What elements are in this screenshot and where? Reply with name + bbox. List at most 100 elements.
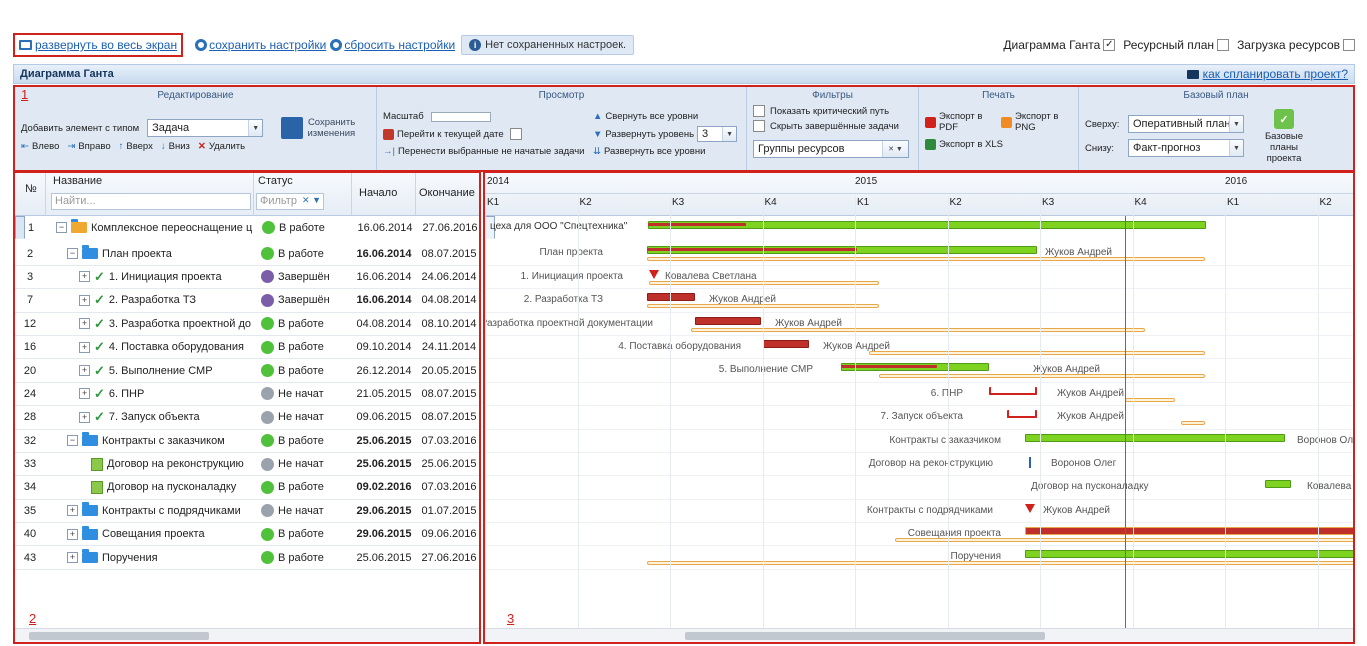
row-number: 24: [23, 387, 37, 400]
gantt-bar[interactable]: [1025, 527, 1353, 536]
table-row[interactable]: 32 − Контракты с заказчиком В работе 25.06.2…: [15, 430, 479, 453]
col-num-header[interactable]: №: [25, 183, 37, 195]
collapse-toggle-icon[interactable]: −: [67, 435, 78, 447]
delete-button[interactable]: ✕ Удалить: [198, 141, 245, 152]
gantt-bar[interactable]: [763, 339, 809, 348]
task-end: 07.03.2016: [421, 434, 477, 447]
collapse-toggle-icon[interactable]: −: [56, 222, 67, 234]
table-row[interactable]: 40 + Совещания проекта В работе 29.06.2015 09…: [15, 523, 479, 547]
level-select[interactable]: 3 ▼: [697, 126, 738, 142]
gantt-bar[interactable]: [1265, 480, 1291, 489]
resource-plan-checkbox[interactable]: [1217, 39, 1230, 51]
status-filter-input[interactable]: Фильтр ✕ ▼: [256, 193, 324, 210]
table-row[interactable]: 1 − Комплексное переоснащение цеха В работе…: [15, 216, 478, 240]
move-left-button[interactable]: ⇤ Влево: [21, 141, 59, 152]
milestone-marker[interactable]: [1029, 456, 1031, 468]
document-icon: [91, 480, 103, 494]
table-row[interactable]: 16 + ✓ 4. Поставка оборудования В работе 09.1…: [15, 336, 479, 360]
baseline-plans-button[interactable]: ✓ Базовые планы проекта: [1254, 109, 1314, 164]
col-name-header[interactable]: Название: [53, 175, 102, 187]
milestone-marker[interactable]: [649, 269, 659, 279]
table-row[interactable]: 43 + Поручения В работе 25.06.2015 27.06.2016: [15, 546, 479, 570]
col-start-header[interactable]: Начало: [359, 187, 397, 199]
hide-done-checkbox[interactable]: [753, 120, 765, 132]
move-tasks-button[interactable]: →| Перенести выбранные не начатые задачи: [383, 146, 584, 157]
export-png-button[interactable]: Экспорт в PNG: [1001, 111, 1069, 133]
reset-settings-link[interactable]: сбросить настройки: [330, 38, 455, 52]
milestone-marker[interactable]: [1025, 503, 1035, 513]
expand-all-button[interactable]: ⇊ Развернуть все уровни: [593, 146, 737, 157]
goto-today-button[interactable]: Перейти к текущей дате: [383, 128, 583, 140]
howto-link[interactable]: как спланировать проект?: [1186, 67, 1348, 81]
baseline-top-select[interactable]: Оперативный план ▼: [1128, 115, 1244, 133]
expand-toggle-icon[interactable]: +: [67, 528, 78, 540]
clear-filter-icon[interactable]: ✕ ▼: [302, 195, 321, 206]
critical-path-checkbox[interactable]: [753, 105, 765, 117]
gear-icon: [330, 39, 343, 51]
critical-path-option[interactable]: Показать критический путь: [753, 105, 912, 117]
expand-toggle-icon[interactable]: +: [79, 271, 90, 283]
move-up-button[interactable]: ↑ Вверх: [119, 141, 153, 152]
gantt-bar[interactable]: [1025, 550, 1353, 559]
task-status: Не начат: [278, 458, 324, 471]
expand-toggle-icon[interactable]: +: [67, 552, 78, 564]
expand-toggle-icon[interactable]: +: [79, 318, 90, 330]
element-type-select[interactable]: Задача ▼: [147, 119, 264, 137]
expand-toggle-icon[interactable]: +: [79, 365, 90, 377]
gantt-bar[interactable]: [989, 386, 1037, 395]
table-row[interactable]: 20 + ✓ 5. Выполнение СМР В работе 26.12.2014 2…: [15, 359, 479, 383]
gantt-bar[interactable]: [647, 293, 695, 302]
row-number: 28: [23, 411, 37, 424]
table-row[interactable]: 12 + ✓ 3. Разработка проектной док В работе 0…: [15, 313, 479, 336]
collapse-toggle-icon[interactable]: −: [67, 248, 78, 260]
move-right-button[interactable]: ⇥ Вправо: [67, 141, 110, 152]
task-start: 25.06.2015: [356, 551, 412, 564]
gantt-row: 2. Разработка ТЗ Жуков Андрей: [485, 289, 1353, 313]
table-row[interactable]: 2 − План проекта В работе 16.06.2014 08.07.20…: [15, 242, 479, 266]
scroll-thumb[interactable]: [685, 632, 1045, 640]
name-filter-input[interactable]: Найти...: [51, 193, 251, 210]
progress-bar: [648, 223, 746, 226]
baseline-bar: [647, 561, 1353, 566]
table-row[interactable]: 24 + ✓ 6. ПНР Не начат 21.05.2015 08.07.2015: [15, 383, 479, 407]
gantt-bar[interactable]: [695, 316, 761, 325]
table-row[interactable]: 34 Договор на пусконаладку В работе 09.02.2…: [15, 476, 479, 500]
table-row[interactable]: 33 Договор на реконструкцию Не начат 25.06.…: [15, 453, 479, 477]
scroll-thumb[interactable]: [29, 632, 209, 640]
fullscreen-link[interactable]: развернуть во весь экран: [13, 33, 184, 57]
gantt-bar[interactable]: [1025, 433, 1285, 442]
gantt-bar[interactable]: [1007, 410, 1037, 419]
export-pdf-button[interactable]: Экспорт в PDF: [925, 111, 993, 133]
baseline-bottom-select[interactable]: Факт-прогноз ▼: [1128, 139, 1244, 157]
expand-toggle-icon[interactable]: +: [79, 294, 90, 306]
resource-load-checkbox[interactable]: [1343, 39, 1355, 51]
save-settings-link[interactable]: сохранить настройки: [195, 38, 326, 52]
quarter-gridline: [1317, 195, 1319, 628]
save-changes-button[interactable]: Сохранить изменения: [281, 117, 355, 139]
expand-toggle-icon[interactable]: +: [79, 411, 90, 423]
scale-slider[interactable]: [430, 111, 491, 122]
table-row[interactable]: 7 + ✓ 2. Разработка ТЗ Завершён 16.06.2014 04.…: [15, 289, 479, 313]
task-status: Не начат: [278, 387, 324, 400]
hide-done-option[interactable]: Скрыть завершённые задачи: [753, 120, 912, 132]
move-down-button[interactable]: ↓ Вниз: [161, 141, 190, 152]
expand-toggle-icon[interactable]: +: [67, 505, 78, 517]
gantt-view-checkbox[interactable]: ✓: [1103, 39, 1116, 51]
expand-level-button[interactable]: ▼ Развернуть уровень 3 ▼: [593, 126, 738, 142]
col-status-header[interactable]: Статус: [258, 175, 293, 187]
expand-toggle-icon[interactable]: +: [79, 341, 90, 353]
export-xls-button[interactable]: Экспорт в XLS: [925, 139, 1005, 150]
table-row[interactable]: 28 + ✓ 7. Запуск объекта Не начат 09.06.2015 0…: [15, 406, 479, 430]
gantt-row: цеха для ООО "Спецтехника": [485, 216, 1206, 240]
collapse-all-button[interactable]: ▲ Свернуть все уровни: [593, 111, 737, 122]
quarter-gridline: [1132, 195, 1134, 628]
move-arrow-icon: →|: [383, 146, 395, 157]
goto-today-checkbox[interactable]: [509, 128, 522, 140]
table-row[interactable]: 35 + Контракты с подрядчиками Не начат 29.06…: [15, 500, 479, 524]
table-row[interactable]: 3 + ✓ 1. Инициация проекта Завершён 16.06.201…: [15, 266, 479, 290]
gantt-scrollbar[interactable]: [485, 628, 1353, 642]
resource-groups-select[interactable]: Группы ресурсов ✕ ▼: [753, 140, 909, 158]
col-end-header[interactable]: Окончание: [419, 187, 475, 199]
expand-toggle-icon[interactable]: +: [79, 388, 90, 400]
table-scrollbar[interactable]: [15, 628, 479, 642]
